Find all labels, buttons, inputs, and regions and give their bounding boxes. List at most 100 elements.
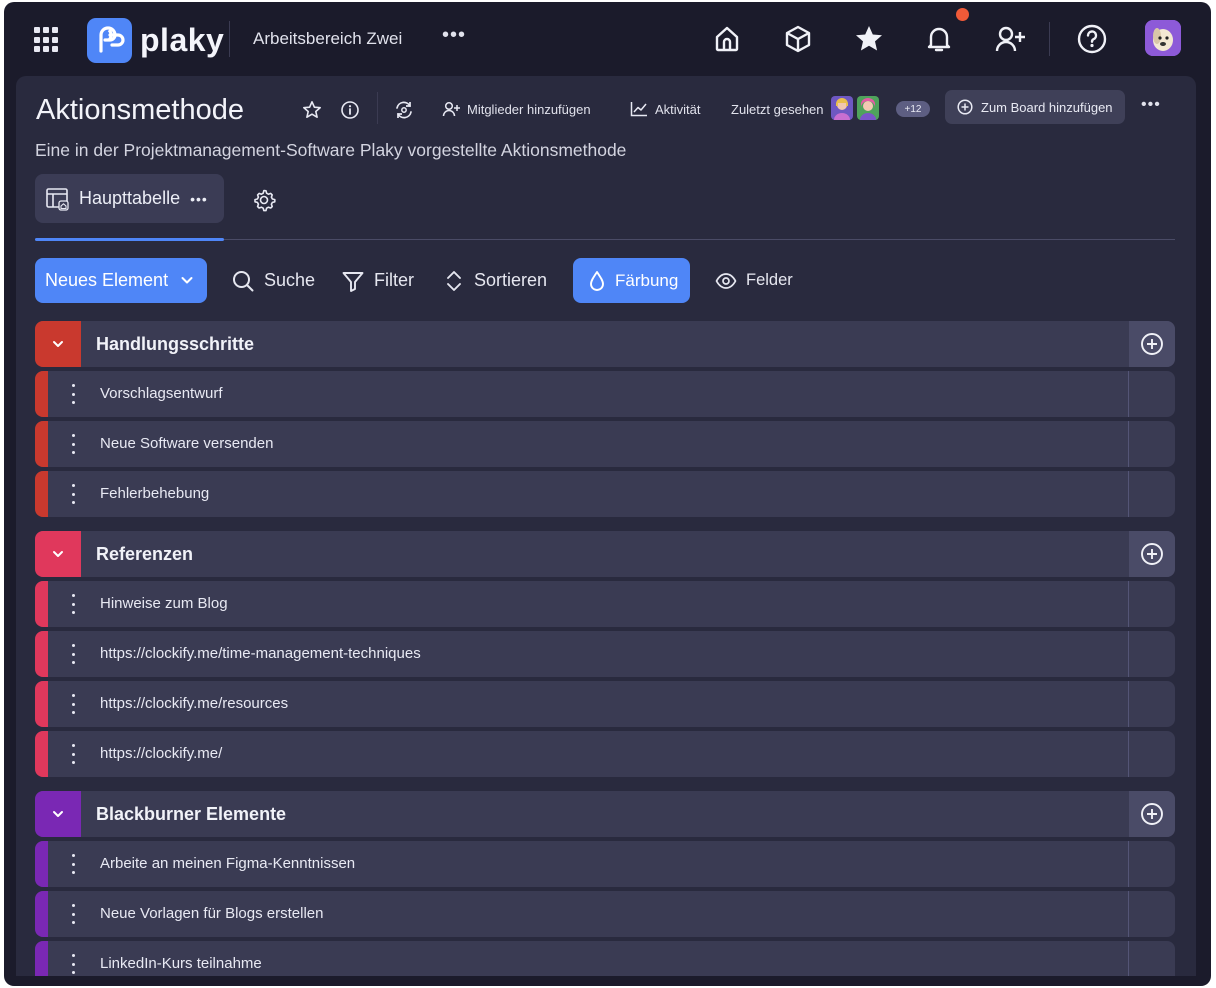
item-name[interactable]: Neue Vorlagen für Blogs erstellen [100, 905, 323, 922]
item-row[interactable]: Fehlerbehebung [35, 471, 1175, 517]
group-title[interactable]: Handlungsschritte [96, 334, 254, 355]
add-to-board-button[interactable]: Zum Board hinzufügen [945, 90, 1125, 124]
item-menu-icon[interactable] [71, 694, 75, 714]
user-avatar[interactable] [1145, 20, 1181, 56]
cube-icon[interactable] [779, 20, 817, 58]
fields-button[interactable]: Felder [715, 258, 793, 303]
item-menu-icon[interactable] [71, 904, 75, 924]
bell-icon[interactable] [920, 20, 958, 58]
column-divider [1128, 371, 1129, 417]
viewer-avatar[interactable] [857, 96, 879, 120]
viewer-count-badge[interactable]: +12 [896, 101, 930, 117]
coloring-button[interactable]: Färbung [573, 258, 690, 303]
item-menu-icon[interactable] [71, 744, 75, 764]
add-column-button[interactable] [1129, 321, 1175, 367]
group-title[interactable]: Blackburner Elemente [96, 804, 286, 825]
app-grid-icon[interactable] [34, 27, 60, 53]
board-description[interactable]: Eine in der Projektmanagement-Software P… [35, 140, 626, 161]
coloring-label: Färbung [615, 270, 679, 290]
item-name[interactable]: https://clockify.me/ [100, 745, 222, 762]
group-color-bar [35, 371, 48, 417]
tab-main-table[interactable]: Haupttabelle ••• [35, 174, 224, 223]
item-menu-icon[interactable] [71, 644, 75, 664]
search-button[interactable]: Suche [231, 258, 315, 303]
item-name[interactable]: https://clockify.me/resources [100, 695, 288, 712]
group-collapse-toggle[interactable] [35, 531, 81, 577]
item-row[interactable]: https://clockify.me/time-management-tech… [35, 631, 1175, 677]
automation-sync-icon[interactable] [392, 98, 416, 122]
item-name[interactable]: https://clockify.me/time-management-tech… [100, 645, 421, 662]
chevron-down-icon [53, 551, 63, 557]
add-column-button[interactable] [1129, 791, 1175, 837]
chevron-down-icon[interactable] [179, 272, 195, 288]
board-more-button[interactable]: ••• [1141, 96, 1161, 114]
notification-dot [956, 8, 969, 21]
help-icon[interactable] [1073, 20, 1111, 58]
gear-icon[interactable] [251, 187, 277, 213]
column-divider [1128, 471, 1129, 517]
item-name[interactable]: Fehlerbehebung [100, 485, 209, 502]
filter-button[interactable]: Filter [341, 258, 414, 303]
item-menu-icon[interactable] [71, 954, 75, 974]
app-window: plaky Arbeitsbereich Zwei ••• Aktionsmet… [4, 2, 1211, 986]
add-column-button[interactable] [1129, 531, 1175, 577]
group-collapse-toggle[interactable] [35, 321, 81, 367]
item-row[interactable]: https://clockify.me/resources [35, 681, 1175, 727]
active-tab-indicator [35, 238, 224, 241]
last-seen-label: Zuletzt gesehen [731, 101, 824, 117]
add-members-label: Mitglieder hinzufügen [467, 101, 591, 117]
item-menu-icon[interactable] [71, 594, 75, 614]
item-menu-icon[interactable] [71, 384, 75, 404]
plus-circle-icon [1141, 803, 1163, 825]
item-menu-icon[interactable] [71, 434, 75, 454]
group-collapse-toggle[interactable] [35, 791, 81, 837]
item-name[interactable]: Neue Software versenden [100, 435, 273, 452]
group-title[interactable]: Referenzen [96, 544, 193, 565]
item-menu-icon[interactable] [71, 854, 75, 874]
workspace-more-button[interactable]: ••• [442, 24, 466, 47]
add-members-button[interactable]: Mitglieder hinzufügen [442, 96, 591, 122]
activity-button[interactable]: Aktivität [630, 96, 701, 122]
group-color-bar [35, 891, 48, 937]
item-row[interactable]: Vorschlagsentwurf [35, 371, 1175, 417]
item-name[interactable]: LinkedIn-Kurs teilnahme [100, 955, 262, 972]
item-row[interactable]: Arbeite an meinen Figma-Kenntnissen [35, 841, 1175, 887]
divider [229, 21, 230, 57]
group-color-bar [35, 471, 48, 517]
workspace-name[interactable]: Arbeitsbereich Zwei [253, 29, 402, 49]
chevron-down-icon [53, 341, 63, 347]
item-name[interactable]: Vorschlagsentwurf [100, 385, 223, 402]
column-divider [1128, 891, 1129, 937]
plaky-logo[interactable]: plaky [87, 17, 224, 63]
sort-icon [447, 270, 461, 291]
item-row[interactable]: LinkedIn-Kurs teilnahme [35, 941, 1175, 976]
top-navigation-bar: plaky Arbeitsbereich Zwei ••• [4, 2, 1211, 76]
group-color-bar [35, 731, 48, 777]
item-name[interactable]: Hinweise zum Blog [100, 595, 228, 612]
sort-button[interactable]: Sortieren [443, 258, 547, 303]
item-row[interactable]: https://clockify.me/ [35, 731, 1175, 777]
board-title[interactable]: Aktionsmethode [36, 94, 244, 127]
info-icon[interactable] [338, 98, 362, 122]
group-color-bar [35, 841, 48, 887]
viewer-avatar[interactable] [831, 96, 853, 120]
add-user-icon[interactable] [991, 20, 1029, 58]
last-seen-button[interactable]: Zuletzt gesehen [731, 96, 824, 122]
home-icon[interactable] [708, 20, 746, 58]
star-icon[interactable] [850, 20, 888, 58]
favorite-star-icon[interactable] [300, 98, 324, 122]
divider [377, 92, 378, 124]
item-row[interactable]: Neue Vorlagen für Blogs erstellen [35, 891, 1175, 937]
tab-label: Haupttabelle [79, 188, 181, 208]
item-menu-icon[interactable] [71, 484, 75, 504]
filter-label: Filter [374, 270, 414, 290]
tab-more-button[interactable]: ••• [190, 191, 208, 207]
item-name[interactable]: Arbeite an meinen Figma-Kenntnissen [100, 855, 355, 872]
item-row[interactable]: Neue Software versenden [35, 421, 1175, 467]
group-color-bar [35, 941, 48, 976]
sort-label: Sortieren [474, 270, 548, 290]
new-item-button[interactable]: Neues Element [35, 258, 207, 303]
table-view-icon [46, 187, 69, 211]
item-row[interactable]: Hinweise zum Blog [35, 581, 1175, 627]
column-divider [1128, 841, 1129, 887]
